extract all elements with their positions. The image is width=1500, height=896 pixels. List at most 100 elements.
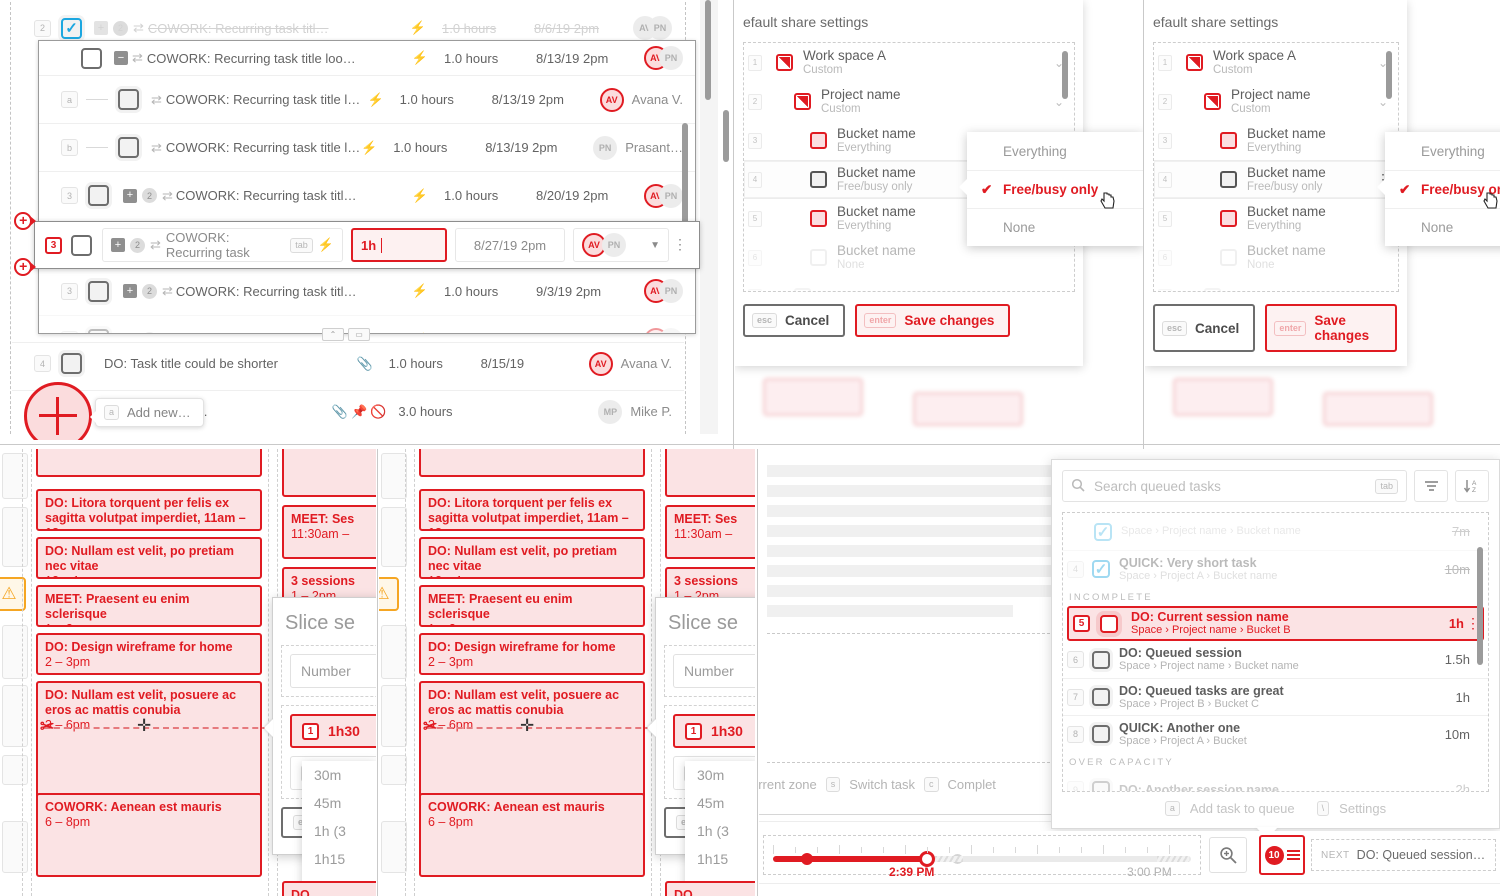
list-item[interactable]: 7 DO: Queued tasks are great Space › Pro…: [1063, 678, 1488, 715]
row-checkbox[interactable]: [1094, 522, 1112, 541]
slice-duration-dropdown[interactable]: 30m 45m 1h (3 1h15 1h30: [302, 761, 376, 896]
task-duration[interactable]: 1.0 hours: [400, 92, 492, 107]
menu-item-everything[interactable]: Everything: [1385, 132, 1500, 170]
next-task-box[interactable]: NEXT DO: Queued session…: [1311, 839, 1496, 871]
share-tree-item[interactable]: 2 Project name Custom ⌄: [1154, 82, 1398, 121]
chevron-up-icon[interactable]: ⌃: [322, 328, 344, 341]
row-checkbox[interactable]: [88, 185, 109, 206]
row-checkbox[interactable]: [71, 234, 92, 256]
expand-icon[interactable]: +: [111, 238, 125, 252]
share-tree-item-selected[interactable]: 4 Bucket name Free/busy only ⋮: [1154, 160, 1398, 199]
calendar-event[interactable]: COWORK: Aenean est mauris 6 – 8pm: [419, 793, 645, 877]
add-new-tooltip[interactable]: a Add new…: [90, 398, 204, 427]
slice-number-input[interactable]: Number: [673, 654, 755, 688]
task-title[interactable]: COWORK: Recurring task titl…: [176, 188, 412, 203]
row-checkbox[interactable]: [118, 137, 139, 158]
slice-duration-selected[interactable]: 1 1h30: [290, 714, 376, 748]
dropdown-option[interactable]: 1h15: [685, 845, 755, 873]
rail-slot[interactable]: [381, 685, 407, 747]
outer-scrollbar-thumb[interactable]: [705, 0, 711, 100]
share-checkbox[interactable]: [810, 132, 827, 149]
share-checkbox[interactable]: [1220, 132, 1237, 149]
expand-icon[interactable]: +: [123, 188, 137, 203]
row-checkbox[interactable]: [1092, 560, 1110, 578]
calendar-event[interactable]: DO: [282, 881, 376, 896]
search-input[interactable]: Search queued tasks tab: [1062, 470, 1407, 502]
dropdown-option[interactable]: 30m: [685, 761, 755, 789]
calendar-event[interactable]: DO: Nullam est velit, po pretiam nec vit…: [36, 537, 262, 579]
share-scope-menu[interactable]: Everything ✔ Free/busy only None: [959, 132, 1143, 246]
calendar-event[interactable]: DO: Design wireframe for home 2 – 3pm: [36, 633, 262, 675]
duration-input[interactable]: 1h: [351, 228, 447, 262]
task-title[interactable]: COWORK: Recurring task title l…: [166, 92, 368, 107]
title-input[interactable]: + 2 ⇄ COWORK: Recurring task tab ⚡: [102, 228, 343, 262]
share-tree-item[interactable]: 7 Project name ›: [744, 277, 1074, 292]
cancel-button[interactable]: esc Cancel: [743, 304, 846, 337]
row-checkbox[interactable]: [88, 280, 109, 302]
list-item[interactable]: 9 DO: Another session name 2h: [1063, 771, 1488, 791]
chevron-down-icon[interactable]: ▼: [650, 240, 660, 251]
dropdown-option[interactable]: 45m: [302, 789, 376, 817]
slice-number-input[interactable]: Number: [290, 654, 376, 688]
dropdown-option[interactable]: 1h15: [302, 845, 376, 873]
share-list-scrollbar[interactable]: [1062, 51, 1068, 99]
calendar-event-sliced[interactable]: DO: Nullam est velit, posuere ac eros ac…: [419, 681, 645, 799]
task-date[interactable]: 8/6/19 2pm: [534, 21, 642, 36]
share-scope-menu[interactable]: Everything ✔ Free/busy only None: [1377, 132, 1500, 246]
row-checkbox[interactable]: [61, 17, 82, 39]
task-duration[interactable]: 1.0 hours: [444, 51, 536, 66]
share-tree-item[interactable]: 7 Project name ›: [1154, 277, 1398, 291]
share-checkbox[interactable]: [794, 93, 811, 110]
task-duration[interactable]: 1.0 hours: [444, 188, 536, 203]
rail-slot[interactable]: [381, 821, 407, 873]
page-scrollbar-thumb[interactable]: [723, 110, 729, 162]
dropdown-option[interactable]: 1h (3: [302, 817, 376, 845]
queue-scrollbar[interactable]: [1477, 547, 1483, 665]
row-checkbox[interactable]: [1092, 725, 1110, 743]
chevron-right-icon[interactable]: ›: [1060, 290, 1064, 292]
calendar-event[interactable]: DO: Litora torquent per felis ex sagitta…: [419, 489, 645, 531]
calendar-event[interactable]: DO: Nullam est velit, po pretiam nec vit…: [419, 537, 645, 579]
table-row[interactable]: 3 + 2 ⇄ COWORK: Recurring task titl… ⚡ 1…: [39, 267, 695, 315]
assignee-avatars[interactable]: AV Avana V.: [599, 87, 683, 112]
task-title[interactable]: COWORK: Recurring task titl…: [176, 284, 412, 299]
calendar-event[interactable]: MEET: Praesent eu enim sclerisque 1 – 2p…: [419, 585, 645, 627]
dropdown-option[interactable]: 1h (3: [685, 817, 755, 845]
calendar-event[interactable]: [665, 449, 755, 497]
assignee-select[interactable]: AV PN ▼: [573, 228, 669, 262]
task-date[interactable]: 8/20/19 2pm: [536, 188, 644, 203]
share-list-scrollbar[interactable]: [1386, 51, 1392, 99]
share-checkbox[interactable]: [794, 288, 811, 291]
row-checkbox[interactable]: [1100, 614, 1118, 633]
calendar-event[interactable]: MEET: Ses 11:30am –: [665, 505, 755, 559]
task-date[interactable]: 8/13/19 2pm: [492, 92, 600, 107]
task-date[interactable]: 9/3/19 2pm: [536, 284, 644, 299]
warning-icon[interactable]: ⚠: [379, 577, 399, 611]
table-row[interactable]: b ⇄ COWORK: Recurring task title l… ⚡ 1.…: [39, 123, 695, 171]
assignee-avatars[interactable]: PN Prasant…: [593, 135, 683, 160]
assignee-avatars[interactable]: AV PN: [644, 46, 683, 70]
calendar-event-sliced[interactable]: DO: Nullam est velit, posuere ac eros ac…: [36, 681, 262, 799]
calendar-event[interactable]: COWORK: Aenean est mauris 6 – 8pm: [36, 793, 262, 877]
task-date[interactable]: 8/13/19 2pm: [485, 140, 593, 155]
row-checkbox[interactable]: [1092, 650, 1110, 669]
dropdown-option[interactable]: 30m: [302, 761, 376, 789]
list-item-current[interactable]: 5 DO: Current session name Space › Proje…: [1067, 606, 1484, 641]
menu-item-everything[interactable]: Everything: [967, 132, 1143, 170]
share-checkbox[interactable]: [1220, 171, 1237, 188]
assignee-avatars[interactable]: MP Mike P.: [598, 399, 672, 424]
insert-below-handle[interactable]: +: [14, 258, 36, 276]
share-tree-item[interactable]: 2 Project name Custom ⌄: [744, 82, 1074, 121]
rail-slot[interactable]: [381, 507, 407, 567]
share-tree-item[interactable]: 6 Bucket name None: [1154, 238, 1398, 277]
share-checkbox[interactable]: [1220, 210, 1237, 227]
share-checkbox[interactable]: [1204, 93, 1221, 110]
assignee-avatars[interactable]: AV PN: [644, 279, 683, 303]
share-checkbox[interactable]: [810, 210, 827, 227]
row-checkbox[interactable]: [1092, 780, 1110, 791]
share-tree-item[interactable]: 5 Bucket name Everything: [1154, 199, 1398, 238]
minimize-icon[interactable]: ▭: [348, 328, 370, 341]
list-item[interactable]: 6 DO: Queued session Space › Project nam…: [1063, 641, 1488, 678]
task-duration[interactable]: 1.0 hours: [389, 356, 481, 371]
task-title[interactable]: COWORK: Recurring task title l…: [166, 140, 361, 155]
